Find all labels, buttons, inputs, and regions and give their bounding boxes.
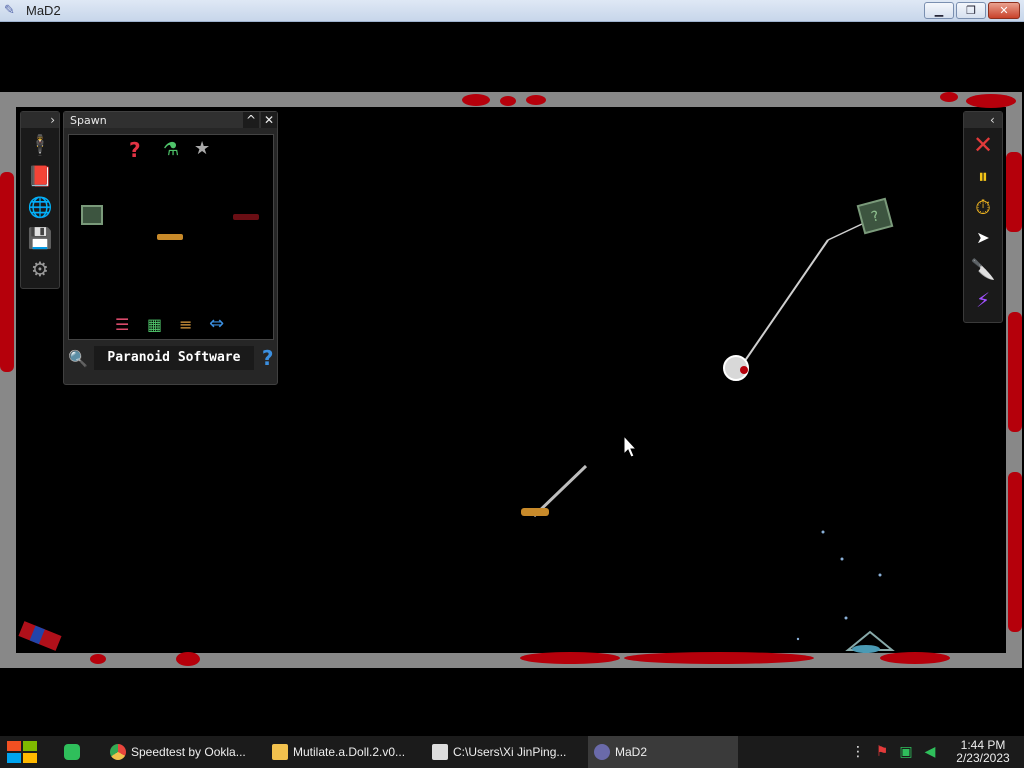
knife-item[interactable] (157, 234, 183, 240)
chat-app-icon (63, 744, 80, 760)
knife-tool-icon[interactable]: 🔪 (969, 255, 997, 283)
app-icon: ✎ (4, 2, 15, 18)
spawn-panel-header[interactable]: Spawn ^ ✕ (64, 112, 277, 128)
chrome-icon (110, 744, 126, 760)
folder-icon (272, 744, 288, 760)
clock[interactable]: 1:44 PM 2/23/2023 (942, 739, 1024, 765)
flag-icon[interactable]: ⚑ (873, 743, 891, 761)
taskbar: Speedtest by Ookla... Mutilate.a.Doll.2.… (0, 736, 1024, 768)
taskbar-item-label: MaD2 (615, 745, 648, 759)
grid-tab-icon[interactable]: ▦ (147, 315, 162, 334)
rope-line (827, 223, 863, 241)
spawn-close-button[interactable]: ✕ (261, 112, 277, 128)
book-icon[interactable]: 📕 (26, 162, 54, 190)
spawn-panel-title: Spawn (70, 113, 107, 127)
left-toolbar: › 🕴 📕 🌐 💾 ⚙ (20, 111, 60, 289)
spawn-panel: Spawn ^ ✕ ? ⚗ ★ ☰ ▦ ≡ ⇔ 🔍 Paranoid Softw… (63, 111, 278, 385)
taskbar-mad2[interactable]: MaD2 (588, 736, 738, 768)
gear-icon[interactable]: ⚙ (26, 255, 54, 283)
volume-icon[interactable]: ◀ (921, 743, 939, 761)
mystery-box-item[interactable] (81, 205, 103, 225)
restore-button[interactable]: ❐ (956, 2, 986, 19)
credit-label: Paranoid Software (93, 346, 254, 370)
taskbar-chrome[interactable]: Speedtest by Ookla... (104, 736, 266, 768)
mouse-cursor-icon (623, 434, 638, 458)
left-toolbar-expand-button[interactable]: › (21, 112, 59, 128)
clock-date: 2/23/2023 (956, 751, 1010, 765)
spark-particle (844, 616, 848, 620)
blood-spot (740, 366, 748, 374)
save-icon[interactable]: 💾 (26, 224, 54, 252)
window-title: MaD2 (26, 3, 61, 18)
lightning-tool-icon[interactable]: ⚡ (969, 286, 997, 314)
collapse-button[interactable]: ^ (243, 112, 259, 128)
mystery-box[interactable]: ? (856, 197, 894, 235)
rope-line (739, 239, 829, 369)
sliders-tab-icon[interactable]: ☰ (115, 315, 129, 334)
spark-particle (796, 637, 800, 641)
window-controls: ▁ ❐ ✕ (924, 2, 1020, 19)
pointer-tool-icon[interactable]: ➤ (969, 224, 997, 252)
globe-icon[interactable]: 🌐 (26, 193, 54, 221)
taskbar-item-label: Speedtest by Ookla... (131, 745, 246, 759)
spawn-item-grid[interactable]: ? ⚗ ★ ☰ ▦ ≡ ⇔ (68, 134, 274, 340)
right-toolbar-collapse-button[interactable]: ‹ (964, 112, 1002, 128)
help-icon[interactable]: ? (262, 346, 274, 370)
network-icon[interactable]: ▣ (897, 743, 915, 761)
game-canvas[interactable]: ? › 🕴 📕 🌐 💾 ⚙ Spawn ^ ✕ ? ⚗ ★ ☰ ▦ ≡ ⇔ 🔍 … (0, 22, 1024, 736)
random-category-icon[interactable]: ? (129, 138, 141, 162)
search-icon[interactable]: 🔍 (68, 349, 88, 368)
windows-logo-icon (7, 741, 37, 763)
ragdoll-icon[interactable]: 🕴 (26, 131, 54, 159)
spark-particle (821, 530, 825, 534)
spark-particle (840, 557, 844, 561)
taskbar-chat-app[interactable] (44, 736, 104, 768)
taskbar-item-label: C:\Users\Xi JinPing... (453, 745, 567, 759)
window-titlebar: ✎ MaD2 ▁ ❐ ✕ (0, 0, 1024, 22)
dynamite-bundle[interactable] (18, 621, 62, 651)
terminal-icon (432, 744, 448, 760)
stopwatch-icon[interactable]: ⏱ (969, 193, 997, 221)
dynamite-item[interactable] (233, 214, 259, 220)
minimize-button[interactable]: ▁ (924, 2, 954, 19)
spawn-panel-footer: 🔍 Paranoid Software ? (64, 344, 277, 372)
close-button[interactable]: ✕ (988, 2, 1020, 19)
taskbar-item-label: Mutilate.a.Doll.2.v0... (293, 745, 406, 759)
list-tab-icon[interactable]: ≡ (179, 315, 192, 334)
mad2-app-icon (594, 744, 610, 760)
star-category-icon[interactable]: ★ (194, 138, 210, 159)
taskbar-7zip[interactable]: C:\Users\Xi JinPing... (426, 736, 588, 768)
pause-icon[interactable]: ⏸ (969, 162, 997, 190)
knife-handle[interactable] (521, 508, 549, 516)
system-tray: ⋮ ⚑ ▣ ◀ 1:44 PM 2/23/2023 (846, 736, 1024, 768)
spark-particle (878, 573, 882, 577)
start-button[interactable] (0, 736, 44, 768)
more-options-icon[interactable]: ⋮ (849, 743, 867, 761)
right-toolbar: ‹ ✕ ⏸ ⏱ ➤ 🔪 ⚡ (963, 111, 1003, 323)
taskbar-folder[interactable]: Mutilate.a.Doll.2.v0... (266, 736, 426, 768)
delete-tool-icon[interactable]: ✕ (969, 131, 997, 159)
spike-trap-base (852, 645, 880, 653)
flask-category-icon[interactable]: ⚗ (163, 139, 179, 160)
swap-tab-icon[interactable]: ⇔ (209, 313, 224, 334)
